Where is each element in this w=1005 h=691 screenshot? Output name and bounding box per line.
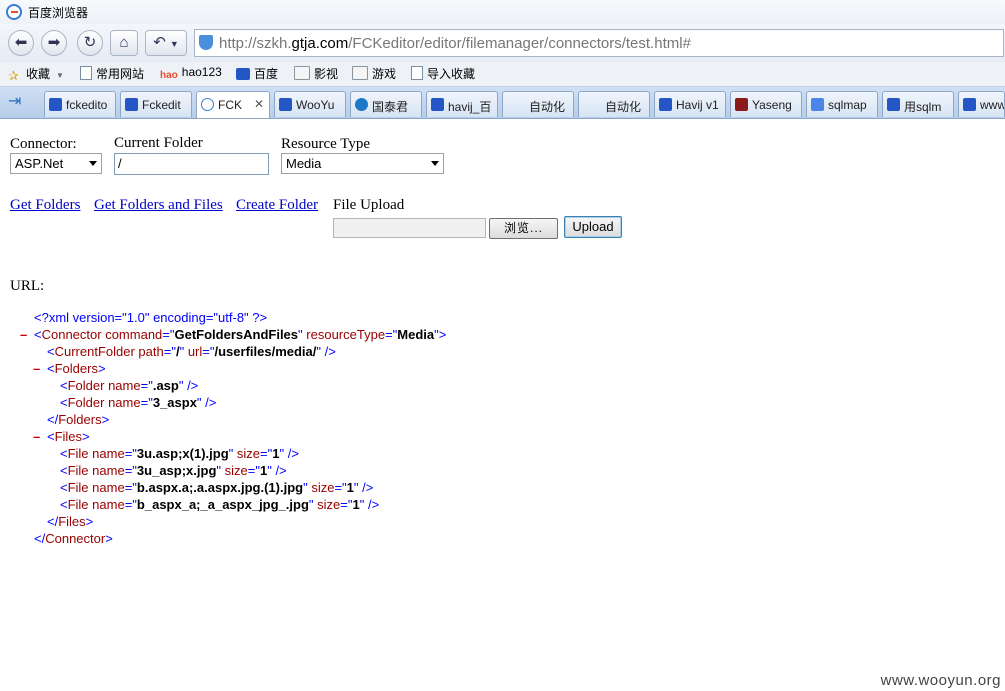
tab-fckeditor-1[interactable]: fckedito	[44, 91, 116, 117]
bookmark-baidu[interactable]: 百度	[236, 65, 278, 82]
tab-sqlmap[interactable]: sqlmap	[806, 91, 878, 117]
xml-current-folder: <CurrentFolder path="/" url="/userfiles/…	[47, 344, 336, 359]
bookmark-common-sites[interactable]: 常用网站	[80, 65, 144, 82]
forward-button[interactable]: ➡	[41, 30, 67, 56]
folder-icon	[294, 66, 310, 80]
home-button[interactable]: ⌂	[110, 30, 138, 56]
bookmark-favorites[interactable]: ✰ 收藏 ▼	[8, 65, 64, 82]
browse-button[interactable]: 浏览...	[489, 218, 558, 239]
tab-www[interactable]: www	[958, 91, 1005, 117]
tab-use-sqlmap[interactable]: 用sqlm	[882, 91, 954, 117]
xml-file-item: <File name="3u.asp;x(1).jpg" size="1" />	[60, 446, 299, 461]
resource-type-label: Resource Type	[281, 136, 371, 152]
paw-icon	[431, 98, 444, 111]
chevron-down-icon: ▼	[56, 71, 64, 80]
arrow-right-icon: ➡	[47, 34, 61, 51]
eye-logo-icon	[355, 98, 368, 111]
chevron-down-icon	[431, 161, 439, 166]
collapse-icon[interactable]: –	[20, 326, 27, 343]
back-button[interactable]: ⬅	[8, 30, 34, 56]
xml-folder-item: <Folder name="3_aspx" />	[60, 395, 217, 410]
watermark: www.wooyun.org	[880, 672, 1001, 689]
connector-label: Connector:	[10, 136, 77, 152]
xml-file-item: <File name="b.aspx.a;.a.aspx.jpg.(1).jpg…	[60, 480, 374, 495]
refresh-icon: ↻	[83, 34, 97, 51]
paw-icon	[125, 98, 138, 111]
xml-folders-close: </Folders>	[47, 412, 110, 427]
xml-connector-close: </Connector>	[34, 531, 113, 546]
tab-fck-active[interactable]: FCK ✕	[196, 91, 270, 118]
address-bar[interactable]: http://szkh.gtja.com/FCKeditor/editor/fi…	[194, 29, 1004, 57]
collapse-icon[interactable]: –	[33, 360, 40, 377]
browser-logo-icon	[6, 4, 22, 20]
create-folder-link[interactable]: Create Folder	[236, 197, 318, 214]
collapse-icon[interactable]: –	[33, 428, 40, 445]
xml-connector-open: – <Connector command="GetFoldersAndFiles"…	[20, 326, 447, 343]
paw-icon	[963, 98, 976, 111]
paw-icon	[49, 98, 62, 111]
title-bar: 百度浏览器	[0, 0, 1005, 24]
xml-declaration: <?xml version="1.0" encoding="utf-8" ?>	[34, 310, 268, 325]
import-icon	[411, 66, 423, 80]
close-icon[interactable]: ✕	[254, 97, 264, 111]
file-path-input[interactable]	[333, 218, 486, 238]
chevron-down-icon: ▼	[169, 39, 179, 49]
file-upload-label: File Upload	[333, 197, 405, 213]
site-logo-icon	[735, 98, 748, 111]
arrow-left-icon: ⬅	[14, 34, 28, 51]
bookmark-hao123[interactable]: hao hao123	[160, 65, 222, 82]
tab-bar: ⇥ fckedito Fckedit FCK ✕ WooYu 国泰君 havij_…	[0, 87, 1005, 119]
xml-folder-item: <Folder name=".asp" />	[60, 378, 199, 393]
bookmark-video[interactable]: 影视	[294, 65, 338, 82]
home-icon: ⌂	[119, 34, 129, 51]
xml-file-item: <File name="b_aspx_a;_a_aspx_jpg_.jpg" s…	[60, 497, 380, 512]
paw-icon	[659, 98, 672, 111]
bookmark-games[interactable]: 游戏	[352, 65, 396, 82]
get-folders-and-files-link[interactable]: Get Folders and Files	[94, 197, 223, 214]
page-icon	[80, 66, 92, 80]
xml-file-item: <File name="3u_asp;x.jpg" size="1" />	[60, 463, 287, 478]
page-content: Connector: ASP.Net Current Folder / Reso…	[0, 119, 1005, 691]
current-folder-input[interactable]: /	[114, 153, 269, 175]
hao-icon: hao	[160, 70, 178, 81]
paw-icon	[236, 68, 250, 80]
xml-folders-open: – <Folders>	[33, 360, 106, 377]
connector-select[interactable]: ASP.Net	[10, 153, 102, 174]
tab-wooyun[interactable]: WooYu	[274, 91, 346, 117]
bookmarks-bar: ✰ 收藏 ▼ 常用网站 hao hao123 百度 影视 游戏 导入收藏	[0, 62, 1005, 87]
xml-response: <?xml version="1.0" encoding="utf-8" ?> …	[14, 309, 446, 547]
upload-button[interactable]: Upload	[564, 216, 622, 238]
google-icon	[811, 98, 824, 111]
current-folder-label: Current Folder	[114, 135, 203, 151]
tab-havij-v1[interactable]: Havij v1	[654, 91, 726, 117]
xml-files-close: </Files>	[47, 514, 94, 529]
get-folders-link[interactable]: Get Folders	[10, 197, 80, 214]
tab-automation-2[interactable]: 自动化	[578, 91, 650, 117]
address-url: http://szkh.gtja.com/FCKeditor/editor/fi…	[219, 35, 691, 52]
url-label: URL:	[10, 278, 45, 294]
tab-havij-baidu[interactable]: havij_百	[426, 91, 498, 117]
bookmark-import[interactable]: 导入收藏	[411, 65, 475, 82]
window-title: 百度浏览器	[28, 6, 89, 20]
refresh-button[interactable]: ↻	[77, 30, 103, 56]
paw-icon	[279, 98, 292, 111]
undo-close-button[interactable]: ↶ ▼	[145, 30, 187, 56]
xml-files-open: – <Files>	[33, 428, 90, 445]
sidebar-toggle-icon[interactable]: ⇥	[8, 93, 32, 111]
folder-icon	[352, 66, 368, 80]
security-shield-icon	[199, 35, 213, 50]
browser-page-icon	[201, 98, 214, 111]
chevron-down-icon	[89, 161, 97, 166]
tab-yaseng[interactable]: Yaseng	[730, 91, 802, 117]
tab-gtja[interactable]: 国泰君	[350, 91, 422, 117]
paw-icon	[887, 98, 900, 111]
star-icon: ✰	[8, 68, 19, 83]
navigation-bar: ⬅ ➡ ↻ ⌂ ↶ ▼ http://szkh.gtja.com/FCKedito…	[0, 24, 1005, 62]
undo-icon: ↶	[153, 34, 166, 51]
resource-type-select[interactable]: Media	[281, 153, 444, 174]
tab-fckeditor-2[interactable]: Fckedit	[120, 91, 192, 117]
tab-automation-1[interactable]: 自动化	[502, 91, 574, 117]
